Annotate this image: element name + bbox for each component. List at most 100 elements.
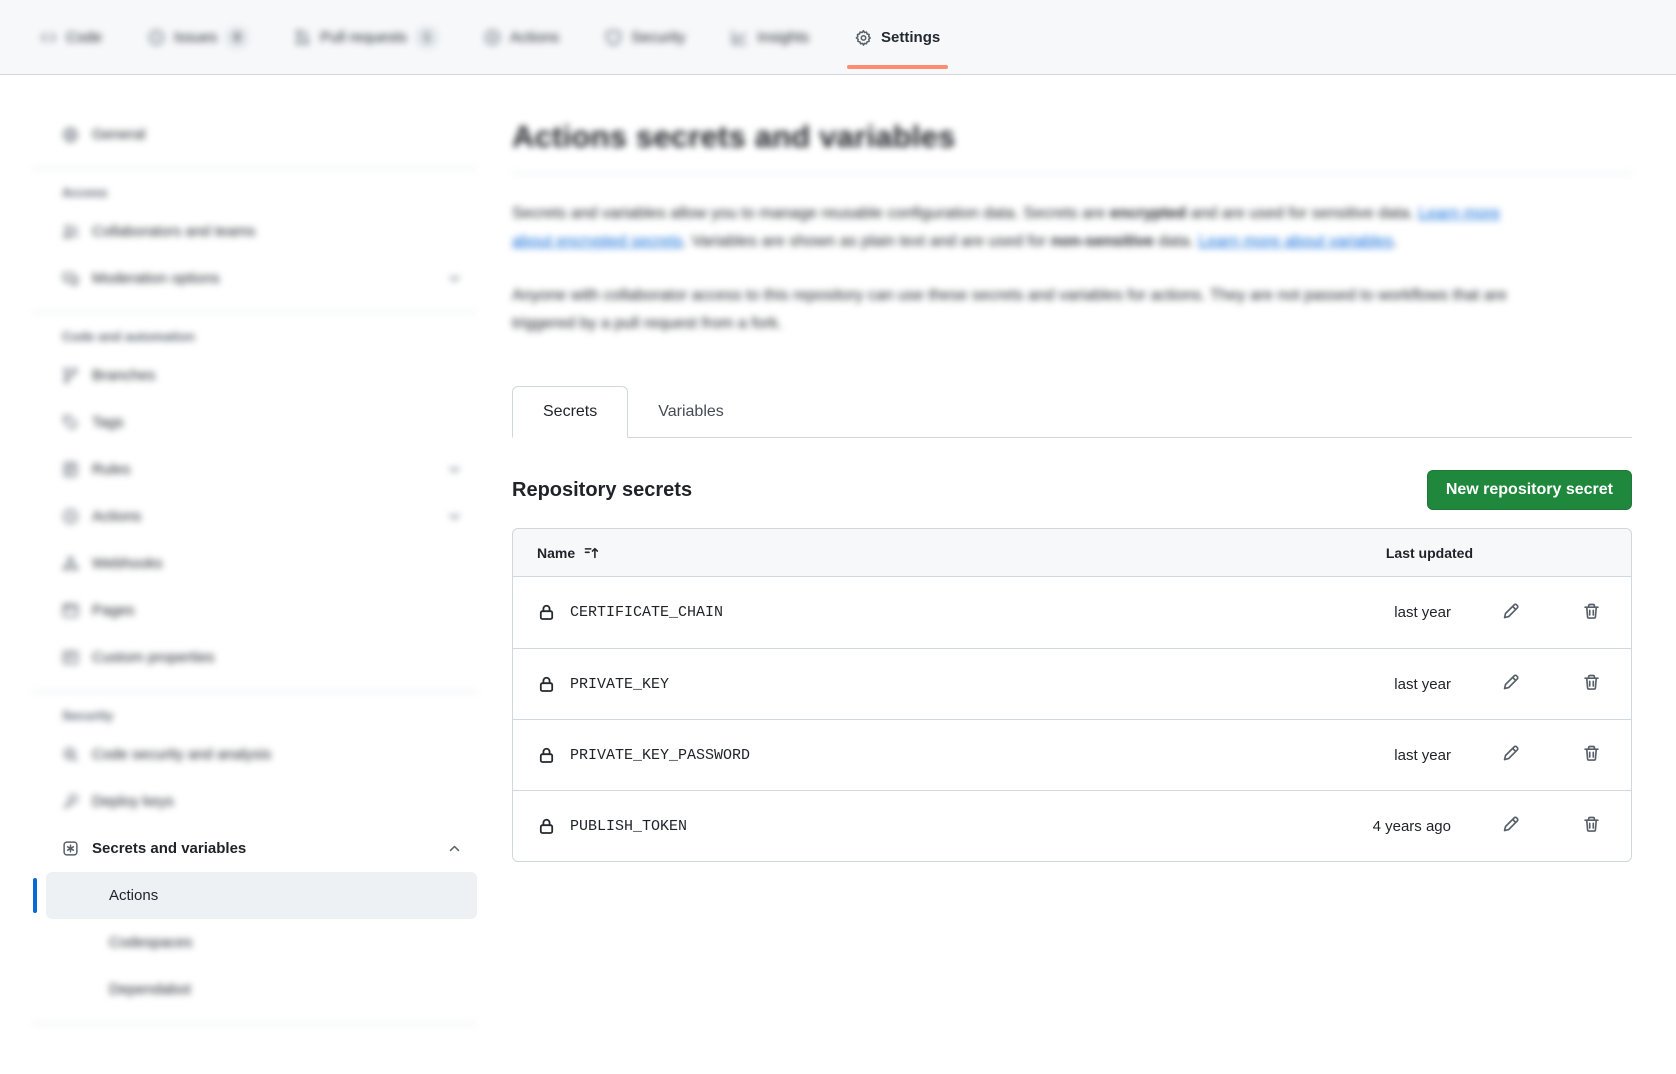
sidebar-item-label: Custom properties xyxy=(92,649,463,666)
delete-secret-button[interactable] xyxy=(1582,602,1601,624)
text: data. xyxy=(1154,233,1198,250)
repository-secrets-title: Repository secrets xyxy=(512,479,692,502)
sidebar-section-security: Security xyxy=(62,708,477,723)
sidebar-item-label: Deploy keys xyxy=(92,793,463,810)
trash-icon xyxy=(1582,815,1601,837)
people-icon xyxy=(62,223,79,240)
tab-settings[interactable]: Settings xyxy=(843,0,952,74)
sidebar-item-collaborators[interactable]: Collaborators and teams xyxy=(46,208,477,255)
sidebar-item-label: Moderation options xyxy=(92,270,446,287)
tab-security[interactable]: Security xyxy=(593,0,697,74)
new-repository-secret-button[interactable]: New repository secret xyxy=(1427,470,1632,510)
text: . Variables are shown as plain text and … xyxy=(683,233,1051,250)
tab-code[interactable]: Code xyxy=(28,0,114,74)
sidebar-item-deploy-keys[interactable]: Deploy keys xyxy=(46,778,477,825)
pencil-icon xyxy=(1501,744,1520,766)
tab-issues[interactable]: Issues 8 xyxy=(136,0,260,74)
learn-more-link[interactable]: Learn more about variables xyxy=(1198,233,1393,250)
delete-secret-button[interactable] xyxy=(1582,673,1601,695)
sidebar-item-label: Tags xyxy=(92,414,463,431)
code-icon xyxy=(40,29,57,46)
secret-name: CERTIFICATE_CHAIN xyxy=(570,604,723,621)
secret-last-updated: last year xyxy=(1333,747,1473,764)
secret-name: PRIVATE_KEY xyxy=(570,676,669,693)
tab-insights[interactable]: Insights xyxy=(719,0,821,74)
key-asterisk-icon xyxy=(62,840,79,857)
sidebar-item-pages[interactable]: Pages xyxy=(46,587,477,634)
tab-variables[interactable]: Variables xyxy=(628,387,754,437)
edit-secret-button[interactable] xyxy=(1501,744,1520,766)
sidebar-item-branches[interactable]: Branches xyxy=(46,352,477,399)
sidebar-divider xyxy=(32,1023,477,1024)
secrets-table: Name Last updated CERTIFICATE_CHAIN last… xyxy=(512,528,1632,862)
secret-name: PRIVATE_KEY_PASSWORD xyxy=(570,747,750,764)
sidebar-item-actions[interactable]: Actions xyxy=(46,493,477,540)
sidebar-item-label: Branches xyxy=(92,367,463,384)
sidebar-item-code-security[interactable]: Code security and analysis xyxy=(46,731,477,778)
sidebar-item-label: Pages xyxy=(92,602,463,619)
delete-secret-button[interactable] xyxy=(1582,744,1601,766)
sidebar-item-secrets-and-variables[interactable]: Secrets and variables xyxy=(46,825,477,872)
lock-icon xyxy=(537,675,556,694)
trash-icon xyxy=(1582,744,1601,766)
sidebar-item-label: Actions xyxy=(92,508,446,525)
sidebar-item-label: Dependabot xyxy=(109,981,463,998)
gear-icon xyxy=(855,29,872,46)
webhook-icon xyxy=(62,555,79,572)
chevron-down-icon xyxy=(446,461,463,478)
sidebar-item-webhooks[interactable]: Webhooks xyxy=(46,540,477,587)
git-branch-icon xyxy=(62,367,79,384)
codescan-icon xyxy=(62,746,79,763)
name-column-sort[interactable]: Name xyxy=(537,544,1333,561)
tab-settings-label: Settings xyxy=(881,29,940,46)
sidebar-item-custom-properties[interactable]: Custom properties xyxy=(46,634,477,681)
sidebar-item-moderation-options[interactable]: Moderation options xyxy=(46,255,477,302)
intro-paragraph-1: Secrets and variables allow you to manag… xyxy=(512,200,1542,256)
sidebar-subitem-actions[interactable]: Actions xyxy=(46,872,477,919)
intro-paragraph-2: Anyone with collaborator access to this … xyxy=(512,282,1542,338)
sidebar-item-label: General xyxy=(92,126,463,143)
sidebar-item-rules[interactable]: Rules xyxy=(46,446,477,493)
delete-secret-button[interactable] xyxy=(1582,815,1601,837)
secret-last-updated: last year xyxy=(1333,604,1473,621)
chevron-down-icon xyxy=(446,270,463,287)
tab-code-label: Code xyxy=(66,29,102,46)
intro-text: Secrets and variables allow you to manag… xyxy=(512,200,1632,338)
repo-tab-bar: Code Issues 8 Pull requests 1 Actions Se… xyxy=(0,0,1676,75)
sidebar-item-tags[interactable]: Tags xyxy=(46,399,477,446)
sidebar-item-general[interactable]: General xyxy=(46,111,477,158)
tab-secrets[interactable]: Secrets xyxy=(512,386,628,438)
text: . xyxy=(1393,233,1397,250)
git-pull-request-icon xyxy=(294,29,311,46)
sidebar-section-access: Access xyxy=(62,185,477,200)
pull-requests-count-badge: 1 xyxy=(416,27,438,48)
edit-secret-button[interactable] xyxy=(1501,673,1520,695)
secret-row: PRIVATE_KEY_PASSWORD last year xyxy=(513,719,1631,790)
sidebar-item-label: Webhooks xyxy=(92,555,463,572)
lock-icon xyxy=(537,817,556,836)
play-circle-icon xyxy=(484,29,501,46)
settings-sidebar: General Access Collaborators and teams M… xyxy=(0,75,490,1032)
issue-opened-icon xyxy=(148,29,165,46)
page-title: Actions secrets and variables xyxy=(512,119,1632,155)
sidebar-item-label: Collaborators and teams xyxy=(92,223,463,240)
lock-icon xyxy=(537,746,556,765)
tab-pull-requests-label: Pull requests xyxy=(320,29,407,46)
checklist-icon xyxy=(62,461,79,478)
tab-security-label: Security xyxy=(631,29,685,46)
pencil-icon xyxy=(1501,673,1520,695)
sidebar-subitem-dependabot[interactable]: Dependabot xyxy=(46,966,477,1013)
pencil-icon xyxy=(1501,815,1520,837)
edit-secret-button[interactable] xyxy=(1501,602,1520,624)
chevron-down-icon xyxy=(446,508,463,525)
title-divider xyxy=(512,173,1632,174)
issues-count-badge: 8 xyxy=(226,27,248,48)
tab-insights-label: Insights xyxy=(757,29,809,46)
tab-pull-requests[interactable]: Pull requests 1 xyxy=(282,0,450,74)
sidebar-item-label: Secrets and variables xyxy=(92,840,446,857)
shield-icon xyxy=(605,29,622,46)
sidebar-subitem-codespaces[interactable]: Codespaces xyxy=(46,919,477,966)
edit-secret-button[interactable] xyxy=(1501,815,1520,837)
trash-icon xyxy=(1582,602,1601,624)
tab-actions[interactable]: Actions xyxy=(472,0,571,74)
